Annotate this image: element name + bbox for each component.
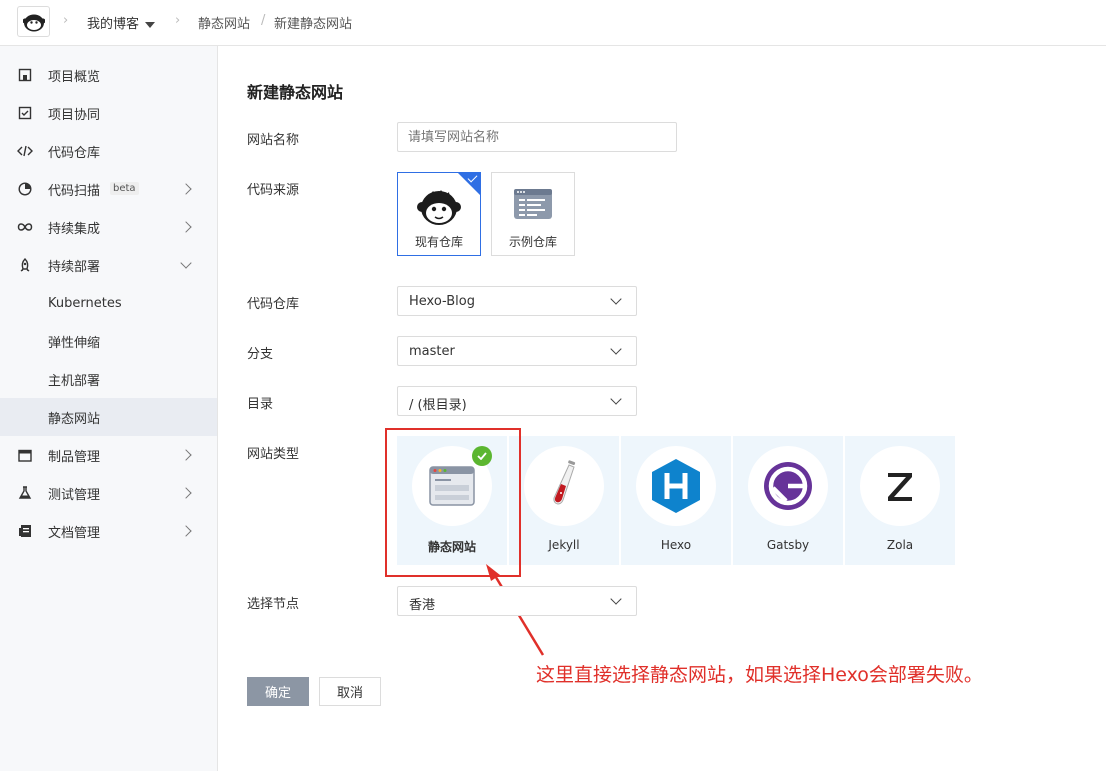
- page-title: 新建静态网站: [247, 83, 344, 102]
- beta-badge: beta: [110, 182, 139, 195]
- chevron-right-icon: [180, 183, 192, 195]
- document-icon: [17, 523, 33, 539]
- annotation-note: 这里直接选择静态网站，如果选择Hexo会部署失败。: [536, 664, 983, 686]
- sidebar-item-label: 代码仓库: [48, 145, 101, 161]
- directory-select-value: / (根目录): [409, 398, 467, 413]
- sidebar-item-overview[interactable]: 项目概览: [0, 56, 217, 94]
- source-option-sample-repo[interactable]: 示例仓库: [491, 172, 575, 256]
- site-type-jekyll[interactable]: Jekyll: [509, 436, 619, 565]
- hexo-icon: [636, 446, 716, 526]
- sidebar-item-collaboration[interactable]: 项目协同: [0, 94, 217, 132]
- sidebar-item-cd[interactable]: 持续部署: [0, 246, 217, 284]
- gatsby-icon: [748, 446, 828, 526]
- jekyll-icon: [524, 446, 604, 526]
- sidebar-item-label: 制品管理: [48, 449, 101, 465]
- site-type-label-text: Jekyll: [548, 538, 580, 552]
- zola-icon: [860, 446, 940, 526]
- sidebar-item-artifacts[interactable]: 制品管理: [0, 436, 217, 474]
- source-option-label: 现有仓库: [414, 235, 463, 249]
- rocket-icon: [17, 257, 33, 273]
- sidebar-subitem-host-deploy[interactable]: 主机部署: [0, 360, 217, 398]
- sidebar-subitem-static-site[interactable]: 静态网站: [0, 398, 217, 436]
- breadcrumb-section[interactable]: 静态网站: [198, 13, 250, 32]
- site-type-label-text: Hexo: [660, 538, 692, 552]
- chevron-down-icon: [610, 393, 622, 405]
- sidebar: 项目概览 项目协同 代码仓库 代码扫描 beta 持续集成 持续部署 Kuber…: [0, 46, 218, 771]
- branch-select[interactable]: master: [397, 336, 637, 366]
- sidebar-item-label: 主机部署: [48, 373, 101, 389]
- site-name-input[interactable]: [397, 122, 677, 152]
- breadcrumb-current: 新建静态网站: [274, 17, 353, 32]
- sidebar-item-label: 项目概览: [48, 69, 101, 85]
- site-type-hexo[interactable]: Hexo: [621, 436, 731, 565]
- directory-label: 目录: [247, 397, 274, 412]
- sidebar-item-label: 代码扫描: [48, 183, 101, 199]
- chevron-right-icon: [180, 449, 192, 461]
- node-label: 选择节点: [247, 597, 300, 612]
- sidebar-item-label: 静态网站: [48, 411, 101, 427]
- code-source-label: 代码来源: [247, 183, 300, 198]
- breadcrumb-separator: ›: [63, 13, 69, 28]
- caret-down-icon: [145, 21, 156, 28]
- sidebar-item-label: 文档管理: [48, 525, 101, 541]
- infinity-icon: [17, 219, 33, 235]
- node-select[interactable]: 香港: [397, 586, 637, 616]
- chevron-right-icon: [180, 487, 192, 499]
- branch-label: 分支: [247, 347, 274, 362]
- sidebar-subitem-autoscaling[interactable]: 弹性伸缩: [0, 322, 217, 360]
- repo-select-value: Hexo-Blog: [409, 294, 475, 309]
- cancel-button[interactable]: 取消: [319, 677, 381, 706]
- coding-logo[interactable]: [17, 6, 50, 37]
- checklist-icon: [17, 105, 33, 121]
- chevron-down-icon: [610, 593, 622, 605]
- node-select-value: 香港: [409, 598, 436, 613]
- chevron-right-icon: [180, 525, 192, 537]
- sidebar-item-code-scan[interactable]: 代码扫描 beta: [0, 170, 217, 208]
- site-type-label-text: Gatsby: [766, 538, 810, 552]
- project-switcher[interactable]: 我的博客: [87, 13, 156, 32]
- sidebar-item-label: 测试管理: [48, 487, 101, 503]
- site-type-gatsby[interactable]: Gatsby: [733, 436, 843, 565]
- sidebar-item-code-repo[interactable]: 代码仓库: [0, 132, 217, 170]
- package-icon: [17, 447, 33, 463]
- site-name-label: 网站名称: [247, 133, 300, 148]
- code-icon: [17, 143, 33, 159]
- breadcrumb-separator: ›: [175, 13, 181, 28]
- sidebar-item-label: 项目协同: [48, 107, 101, 123]
- scan-icon: [17, 181, 33, 197]
- sidebar-subitem-kubernetes[interactable]: Kubernetes: [0, 284, 217, 322]
- source-option-label: 示例仓库: [508, 235, 557, 249]
- branch-select-value: master: [409, 344, 455, 359]
- chevron-down-icon: [610, 293, 622, 305]
- flask-icon: [17, 485, 33, 501]
- breadcrumb-separator: /: [261, 13, 266, 28]
- home-icon: [17, 67, 33, 83]
- sidebar-item-label: 持续部署: [48, 259, 101, 275]
- top-bar: › 我的博客 › 静态网站 / 新建静态网站: [0, 0, 1106, 46]
- site-type-label: 网站类型: [247, 447, 300, 462]
- source-option-existing-repo[interactable]: 现有仓库: [397, 172, 481, 256]
- repo-label: 代码仓库: [247, 297, 300, 312]
- sidebar-item-docs[interactable]: 文档管理: [0, 512, 217, 550]
- repo-select[interactable]: Hexo-Blog: [397, 286, 637, 316]
- project-name: 我的博客: [87, 17, 140, 32]
- site-type-zola[interactable]: Zola: [845, 436, 955, 565]
- annotation-highlight-box: [385, 428, 521, 577]
- monkey-logo-icon: [22, 14, 45, 31]
- chevron-down-icon: [180, 257, 192, 269]
- sidebar-item-label: 持续集成: [48, 221, 101, 237]
- sidebar-item-label: Kubernetes: [48, 295, 122, 311]
- site-type-label-text: Zola: [886, 538, 914, 552]
- sidebar-item-label: 弹性伸缩: [48, 335, 101, 351]
- sidebar-item-testing[interactable]: 测试管理: [0, 474, 217, 512]
- chevron-down-icon: [610, 343, 622, 355]
- template-icon: [492, 187, 574, 221]
- confirm-button[interactable]: 确定: [247, 677, 309, 706]
- chevron-right-icon: [180, 221, 192, 233]
- sidebar-item-ci[interactable]: 持续集成: [0, 208, 217, 246]
- directory-select[interactable]: / (根目录): [397, 386, 637, 416]
